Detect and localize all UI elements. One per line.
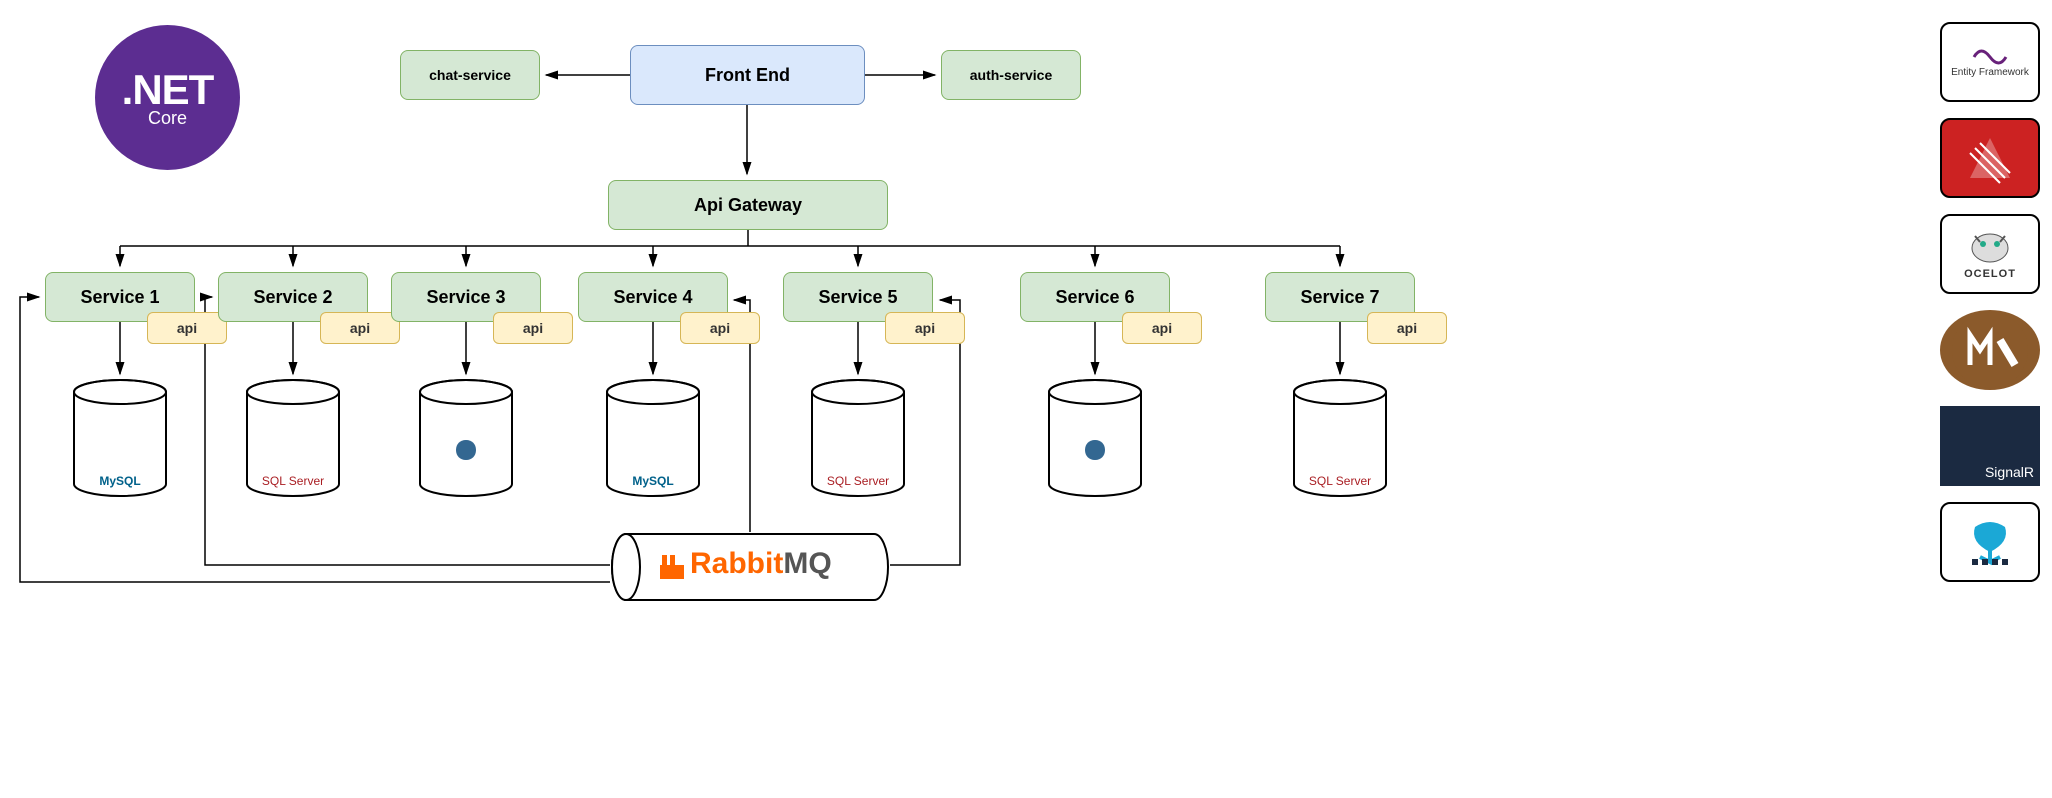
service-1-label: Service 1: [80, 287, 159, 308]
service-6-label: Service 6: [1055, 287, 1134, 308]
tech-nhibernate: [1940, 118, 2040, 198]
dotnet-core-logo: .NET Core: [95, 25, 240, 170]
service-6-db: [1047, 378, 1143, 498]
service-5-api-tag: api: [885, 312, 965, 344]
logo-sub-text: Core: [148, 108, 187, 129]
chat-service-label: chat-service: [429, 67, 511, 83]
api-gateway-box: Api Gateway: [608, 180, 888, 230]
service-4-api-tag: api: [680, 312, 760, 344]
service-2-api-tag: api: [320, 312, 400, 344]
tech-entity-framework: Entity Framework: [1940, 22, 2040, 102]
dotnet-icon: [1972, 47, 2008, 67]
chat-service-box: chat-service: [400, 50, 540, 100]
tech-moq: [1940, 310, 2040, 390]
service-1-api-tag: api: [147, 312, 227, 344]
rabbitmq-icon: [660, 555, 684, 579]
db-label: MySQL: [605, 474, 701, 488]
service-4-label: Service 4: [613, 287, 692, 308]
service-7-api-tag: api: [1367, 312, 1447, 344]
service-3-db: [418, 378, 514, 498]
service-5-db: SQL Server: [810, 378, 906, 498]
front-end-label: Front End: [705, 65, 790, 86]
tech-masstransit: [1940, 502, 2040, 582]
db-label: SQL Server: [810, 474, 906, 488]
auth-service-box: auth-service: [941, 50, 1081, 100]
service-4-db: MySQL: [605, 378, 701, 498]
moq-icon: [1950, 310, 2030, 390]
auth-service-label: auth-service: [970, 67, 1052, 83]
api-gateway-label: Api Gateway: [694, 195, 802, 216]
db-label: MySQL: [72, 474, 168, 488]
logo-main-text: .NET: [122, 66, 214, 114]
ocelot-icon: [1965, 228, 2015, 268]
db-label: SQL Server: [245, 474, 341, 488]
service-7-label: Service 7: [1300, 287, 1379, 308]
service-3-api-tag: api: [493, 312, 573, 344]
service-2-db: SQL Server: [245, 378, 341, 498]
service-7-db: SQL Server: [1292, 378, 1388, 498]
tech-ocelot: OCELOT: [1940, 214, 2040, 294]
front-end-box: Front End: [630, 45, 865, 105]
service-3-label: Service 3: [426, 287, 505, 308]
masstransit-icon: [1960, 517, 2020, 567]
tech-signalr: SignalR: [1940, 406, 2040, 486]
service-2-label: Service 2: [253, 287, 332, 308]
service-6-api-tag: api: [1122, 312, 1202, 344]
rabbitmq-label: RabbitMQ: [690, 547, 832, 581]
nhibernate-icon: [1960, 128, 2020, 188]
service-5-label: Service 5: [818, 287, 897, 308]
service-1-db: MySQL: [72, 378, 168, 498]
db-label: SQL Server: [1292, 474, 1388, 488]
